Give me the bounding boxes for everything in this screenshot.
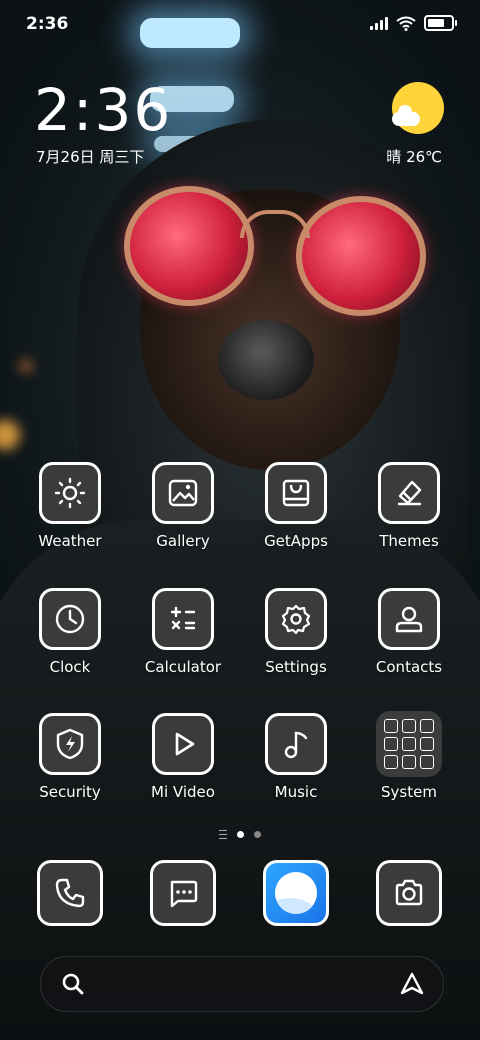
sun-icon[interactable] bbox=[39, 462, 101, 524]
image-icon[interactable] bbox=[152, 462, 214, 524]
app-label: System bbox=[381, 783, 437, 801]
calculator-icon[interactable] bbox=[152, 588, 214, 650]
play-icon[interactable] bbox=[152, 713, 214, 775]
app-label: GetApps bbox=[264, 532, 328, 550]
app-label: Clock bbox=[49, 658, 91, 676]
dog-nose bbox=[218, 320, 314, 400]
app-label: Weather bbox=[38, 532, 102, 550]
dock-camera[interactable] bbox=[354, 860, 464, 926]
app-label: Gallery bbox=[156, 532, 210, 550]
cloud-icon bbox=[392, 105, 420, 126]
app-label: Music bbox=[274, 783, 318, 801]
app-label: Calculator bbox=[144, 658, 222, 676]
store-icon[interactable] bbox=[265, 462, 327, 524]
app-label: Themes bbox=[379, 532, 439, 550]
phone-icon[interactable] bbox=[37, 860, 103, 926]
dock-messages[interactable] bbox=[128, 860, 238, 926]
app-label: Security bbox=[39, 783, 101, 801]
app-label: Settings bbox=[265, 658, 327, 676]
search-bar[interactable] bbox=[40, 956, 444, 1012]
weather-summary: 晴 26℃ bbox=[386, 148, 442, 166]
app-music[interactable]: Music bbox=[241, 713, 351, 801]
camera-icon[interactable] bbox=[376, 860, 442, 926]
app-clock[interactable]: Clock bbox=[15, 588, 125, 676]
bokeh-light bbox=[20, 360, 32, 372]
battery-icon bbox=[424, 15, 457, 31]
status-time: 2:36 bbox=[26, 14, 69, 34]
page-dot bbox=[254, 831, 261, 838]
app-security[interactable]: Security bbox=[15, 713, 125, 801]
app-themes[interactable]: Themes bbox=[354, 462, 464, 550]
page-dot-active bbox=[237, 831, 244, 838]
browser-icon[interactable] bbox=[263, 860, 329, 926]
brush-icon[interactable] bbox=[378, 462, 440, 524]
bokeh-light bbox=[0, 420, 20, 450]
app-getapps[interactable]: GetApps bbox=[241, 462, 351, 550]
sunglasses-lens-left bbox=[124, 186, 254, 306]
message-icon[interactable] bbox=[150, 860, 216, 926]
menu-lines-icon bbox=[219, 830, 227, 839]
gear-icon[interactable] bbox=[265, 588, 327, 650]
dock-phone[interactable] bbox=[15, 860, 125, 926]
app-gallery[interactable]: Gallery bbox=[128, 462, 238, 550]
folder-icon[interactable] bbox=[376, 711, 442, 777]
signal-icon bbox=[370, 16, 388, 30]
status-bar: 2:36 bbox=[0, 0, 480, 50]
app-label: Contacts bbox=[375, 658, 443, 676]
app-contacts[interactable]: Contacts bbox=[354, 588, 464, 676]
dock-browser[interactable] bbox=[241, 860, 351, 926]
wifi-icon bbox=[396, 16, 416, 31]
page-indicator[interactable] bbox=[0, 830, 480, 839]
app-weather[interactable]: Weather bbox=[15, 462, 125, 550]
app-calculator[interactable]: Calculator bbox=[128, 588, 238, 676]
status-icons bbox=[370, 15, 457, 31]
shield-bolt-icon[interactable] bbox=[39, 713, 101, 775]
person-icon[interactable] bbox=[378, 588, 440, 650]
sunglasses-lens-right bbox=[296, 196, 426, 316]
clock-icon[interactable] bbox=[39, 588, 101, 650]
music-note-icon[interactable] bbox=[265, 713, 327, 775]
clock-widget-time[interactable]: 2:36 bbox=[34, 78, 172, 142]
app-mi-video[interactable]: Mi Video bbox=[128, 713, 238, 801]
clock-widget-date: 7月26日 周三下 bbox=[36, 148, 145, 166]
app-label: Mi Video bbox=[151, 783, 215, 801]
search-icon[interactable] bbox=[61, 972, 85, 996]
assistant-icon[interactable] bbox=[399, 971, 425, 997]
app-settings[interactable]: Settings bbox=[241, 588, 351, 676]
app-folder-system[interactable]: System bbox=[354, 711, 464, 801]
